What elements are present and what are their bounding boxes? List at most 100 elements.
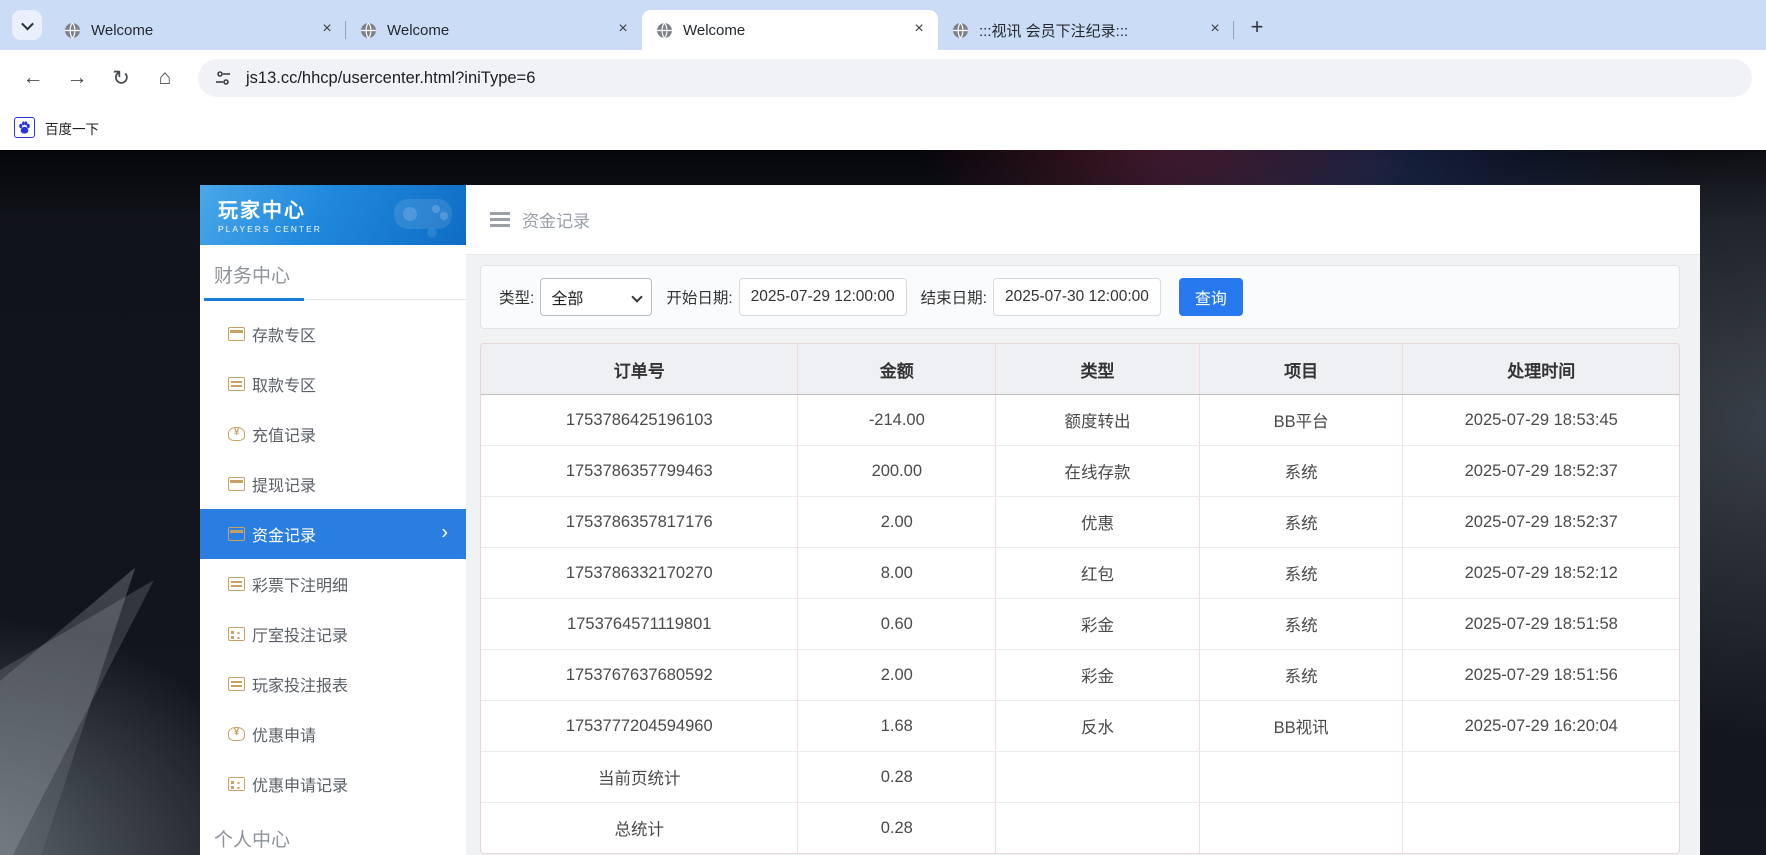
table-header-row: 订单号 金额 类型 项目 处理时间 — [481, 344, 1679, 395]
browser-window: Welcome × Welcome × Welcome × — [0, 0, 1766, 855]
end-date-input[interactable]: 2025-07-30 12:00:00 — [993, 278, 1161, 316]
table-row: 1753786332170270 8.00 红包 系统 2025-07-29 1… — [481, 548, 1679, 599]
address-bar[interactable]: js13.cc/hhcp/usercenter.html?iniType=6 — [198, 59, 1752, 97]
cell-process-time: 2025-07-29 18:53:45 — [1403, 395, 1679, 445]
reload-button[interactable]: ↻ — [102, 59, 140, 97]
cell-process-time: 2025-07-29 18:51:56 — [1403, 650, 1679, 700]
site-settings-icon[interactable] — [214, 69, 232, 87]
tab-close-icon[interactable]: × — [910, 21, 928, 39]
table-header-cell: 项目 — [1200, 344, 1404, 394]
funds-record-table: 订单号 金额 类型 项目 处理时间 — [480, 343, 1680, 854]
menu-item-icon — [228, 377, 245, 391]
chevron-right-icon: › — [441, 522, 448, 545]
sidebar-menu-item[interactable]: 厅室投注记录 › — [200, 609, 466, 659]
sidebar-menu-item[interactable]: 优惠申请 › — [200, 709, 466, 759]
sidebar-menu-item[interactable]: 存款专区 › — [200, 309, 466, 359]
table-row: 1753767637680592 2.00 彩金 系统 2025-07-29 1… — [481, 650, 1679, 701]
table-header-cell: 处理时间 — [1403, 344, 1679, 394]
menu-item-icon — [228, 527, 245, 541]
tab-title: Welcome — [91, 22, 318, 39]
section-title-finance: 财务中心 — [200, 245, 466, 298]
cell-type: 在线存款 — [996, 446, 1200, 496]
cell-order-no: 1753767637680592 — [481, 650, 798, 700]
globe-icon — [360, 22, 377, 39]
browser-tab[interactable]: :::视讯 会员下注纪录::: × — [938, 10, 1234, 50]
tab-close-icon[interactable]: × — [614, 21, 632, 39]
content-body: 类型: 全部 开始日期: 2025-07-29 12:00:00 结束日期: 2… — [466, 255, 1700, 855]
cell-type: 反水 — [996, 701, 1200, 751]
cell-project: 系统 — [1200, 548, 1404, 598]
table-row: 1753764571119801 0.60 彩金 系统 2025-07-29 1… — [481, 599, 1679, 650]
globe-icon — [656, 22, 673, 39]
summary-row: 总统计 0.28 — [481, 803, 1679, 853]
menu-item-icon — [228, 327, 245, 341]
cell-amount: 0.60 — [798, 599, 996, 649]
menu-item-icon — [228, 577, 245, 591]
menu-item-label: 取款专区 — [252, 372, 316, 396]
tab-title: :::视讯 会员下注纪录::: — [979, 20, 1206, 41]
sidebar-menu-item[interactable]: 资金记录 › — [200, 509, 466, 559]
cell-type: 彩金 — [996, 599, 1200, 649]
tab-close-icon[interactable]: × — [318, 21, 336, 39]
chevron-down-icon — [21, 17, 34, 30]
cell-order-no: 1753786425196103 — [481, 395, 798, 445]
sidebar: 玩家中心 PLAYERS CENTER 财务中心 存款专区 › — [200, 185, 466, 855]
end-date-label: 结束日期: — [921, 286, 987, 308]
url-text: js13.cc/hhcp/usercenter.html?iniType=6 — [246, 69, 535, 88]
chevron-down-icon — [632, 291, 643, 302]
table-body: 1753786425196103 -214.00 额度转出 BB平台 2025-… — [481, 395, 1679, 752]
cell-process-time: 2025-07-29 18:52:37 — [1403, 497, 1679, 547]
sidebar-menu-item[interactable]: 玩家投注报表 › — [200, 659, 466, 709]
sidebar-menu-item[interactable]: 充值记录 › — [200, 409, 466, 459]
browser-tab[interactable]: Welcome × — [346, 10, 642, 50]
cell-process-time: 2025-07-29 18:52:37 — [1403, 446, 1679, 496]
table-row: 1753786357799463 200.00 在线存款 系统 2025-07-… — [481, 446, 1679, 497]
cell-amount: 200.00 — [798, 446, 996, 496]
query-button[interactable]: 查询 — [1179, 278, 1243, 316]
summary-empty-cell — [996, 752, 1200, 802]
table-summary: 当前页统计 0.28 总统计 0.28 — [481, 752, 1679, 853]
forward-button[interactable]: → — [58, 59, 96, 97]
summary-empty-cell — [996, 803, 1200, 853]
sidebar-menu-item[interactable]: 提现记录 › — [200, 459, 466, 509]
sidebar-menu-item[interactable]: 取款专区 › — [200, 359, 466, 409]
cell-process-time: 2025-07-29 18:52:12 — [1403, 548, 1679, 598]
menu-item-label: 彩票下注明细 — [252, 572, 348, 596]
cell-order-no: 1753764571119801 — [481, 599, 798, 649]
summary-label: 当前页统计 — [481, 752, 798, 802]
cell-order-no: 1753786357799463 — [481, 446, 798, 496]
summary-empty-cell — [1200, 752, 1404, 802]
menu-item-label: 优惠申请 — [252, 722, 316, 746]
start-date-input[interactable]: 2025-07-29 12:00:00 — [739, 278, 907, 316]
cell-project: BB视讯 — [1200, 701, 1404, 751]
table-row: 1753777204594960 1.68 反水 BB视讯 2025-07-29… — [481, 701, 1679, 752]
tab-search-button[interactable] — [12, 10, 42, 40]
sidebar-menu-item[interactable]: 彩票下注明细 › — [200, 559, 466, 609]
cell-project: 系统 — [1200, 599, 1404, 649]
tab-strip: Welcome × Welcome × Welcome × — [0, 0, 1766, 50]
cell-amount: 2.00 — [798, 497, 996, 547]
bookmark-baidu[interactable]: 百度一下 — [14, 117, 99, 138]
cell-amount: 2.00 — [798, 650, 996, 700]
menu-item-label: 充值记录 — [252, 422, 316, 446]
tabs-container: Welcome × Welcome × Welcome × — [50, 0, 1234, 50]
section-title-personal: 个人中心 — [200, 809, 466, 855]
sidebar-menu-item[interactable]: 优惠申请记录 › — [200, 759, 466, 809]
back-button[interactable]: ← — [14, 59, 52, 97]
menu-item-label: 玩家投注报表 — [252, 672, 348, 696]
menu-toggle-icon[interactable] — [490, 218, 510, 221]
browser-tab[interactable]: Welcome × — [50, 10, 346, 50]
summary-label: 总统计 — [481, 803, 798, 853]
browser-tab[interactable]: Welcome × — [642, 10, 938, 50]
cell-order-no: 1753777204594960 — [481, 701, 798, 751]
menu-item-icon — [228, 477, 245, 491]
table-row: 1753786425196103 -214.00 额度转出 BB平台 2025-… — [481, 395, 1679, 446]
menu-item-label: 优惠申请记录 — [252, 772, 348, 796]
menu-item-icon — [228, 427, 245, 441]
type-select[interactable]: 全部 — [540, 278, 652, 316]
home-button[interactable]: ⌂ — [146, 59, 184, 97]
tab-close-icon[interactable]: × — [1206, 21, 1224, 39]
browser-toolbar: ← → ↻ ⌂ js13.cc/hhcp/usercenter.html?ini… — [0, 50, 1766, 106]
new-tab-button[interactable]: + — [1242, 12, 1272, 42]
cell-project: 系统 — [1200, 446, 1404, 496]
